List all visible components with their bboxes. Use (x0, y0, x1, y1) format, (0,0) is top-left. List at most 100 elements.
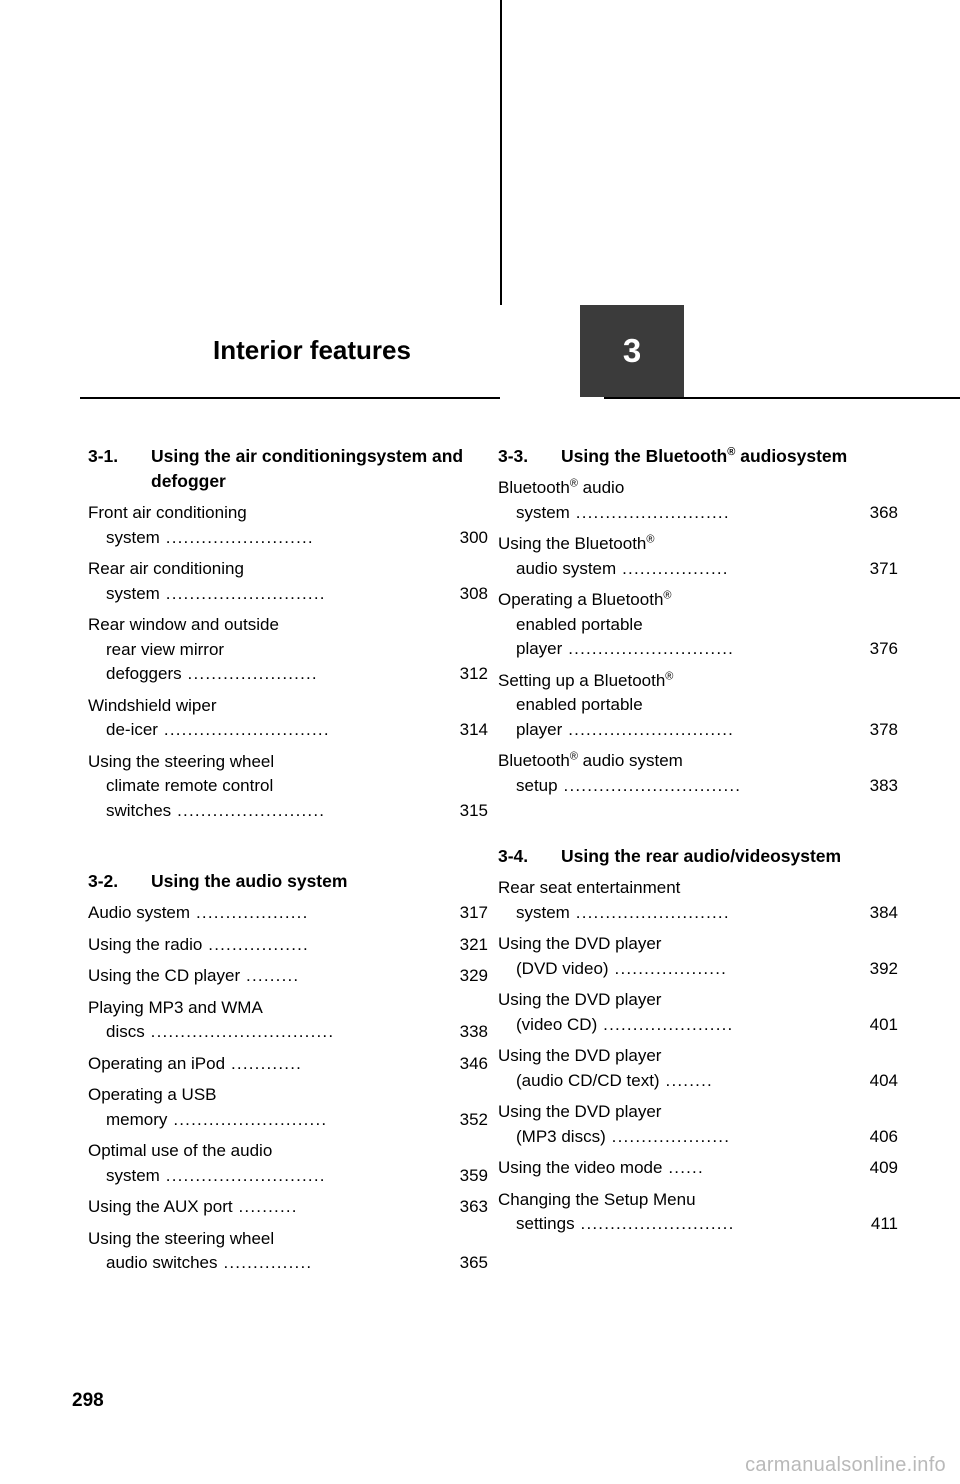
watermark-text: carmanualsonline.info (745, 1454, 946, 1476)
toc-entry[interactable]: 346 Operating an iPod ............ (88, 1052, 488, 1077)
toc-entry-text: Optimal use of the audio (88, 1141, 273, 1160)
toc-entry-text: Using the video mode (498, 1158, 663, 1177)
toc-entry-line: 409 Using the video mode ...... (498, 1156, 898, 1181)
registered-mark: ® (646, 533, 655, 546)
registered-mark: ® (569, 477, 578, 490)
toc-section-title: Using the air conditioning (151, 446, 367, 466)
toc-column-left: 3-1. Using the air conditioningsystem and… (88, 444, 488, 1276)
toc-entry[interactable]: Rear air conditioning 308 system .........… (88, 557, 488, 606)
toc-entry-page: 411 (870, 1214, 898, 1233)
toc-entry[interactable]: Using the DVD player 406 (MP3 discs) .....… (498, 1100, 898, 1149)
toc-entry-line: Changing the Setup Menu (498, 1188, 898, 1213)
toc-entry-line: 363 Using the AUX port .......... (88, 1195, 488, 1220)
toc-entry[interactable]: Playing MP3 and WMA 338 discs ............… (88, 996, 488, 1045)
toc-entry[interactable]: Using the steering wheel climate remote c… (88, 750, 488, 824)
toc-entry-line: 401 (video CD) ...................... (498, 1013, 898, 1038)
toc-entry[interactable]: 321 Using the radio ................. (88, 933, 488, 958)
toc-entry-line: enabled portable (498, 613, 898, 638)
toc-entry-text: system (516, 502, 570, 522)
toc-entry-line: Setting up a Bluetooth® (498, 669, 898, 694)
toc-entry-line: Windshield wiper (88, 694, 488, 719)
toc-entry-text: switches (106, 800, 172, 820)
toc-entry[interactable]: Optimal use of the audio 359 system ......… (88, 1139, 488, 1188)
toc-entry[interactable]: Using the steering wheel 365 audio switche… (88, 1227, 488, 1276)
toc-entry-page: 404 (869, 1070, 898, 1090)
toc-entry-line: 314 de-icer ............................ (88, 718, 488, 743)
toc-entry-text: Setting up a Bluetooth (498, 670, 666, 690)
toc-entry-page: 300 (459, 527, 488, 547)
toc-entry[interactable]: Using the Bluetooth® 371 audio system ....… (498, 532, 898, 581)
toc-entry-page: 359 (459, 1165, 488, 1185)
toc-entry-page: 383 (869, 775, 898, 795)
toc-entry-line: Using the steering wheel (88, 1227, 488, 1252)
toc-entry[interactable]: 329 Using the CD player ......... (88, 964, 488, 989)
toc-entry-text: defoggers (106, 664, 182, 683)
registered-mark: ® (665, 669, 674, 682)
toc-entry-line: 368 system .......................... (498, 501, 898, 526)
toc-entry-text: settings (516, 1214, 575, 1233)
toc-entry-text: Bluetooth (498, 751, 570, 770)
toc-section: 3-1. Using the air conditioningsystem and… (88, 444, 488, 823)
toc-entry-line: 329 Using the CD player ......... (88, 964, 488, 989)
toc-entry[interactable]: Using the DVD player 404 (audio CD/CD text… (498, 1044, 898, 1093)
toc-entry[interactable]: Windshield wiper 314 de-icer .............… (88, 694, 488, 743)
toc-entry-line: climate remote control (88, 774, 488, 799)
toc-entry-page: 384 (869, 902, 898, 922)
toc-entry-text-tail: audio system (577, 751, 683, 770)
chapter-divider-rule (80, 397, 500, 399)
toc-entry[interactable]: Setting up a Bluetooth® enabled portable 3… (498, 669, 898, 743)
toc-entry-line: 383 setup .............................. (498, 774, 898, 799)
toc-entry[interactable]: Rear window and outside rear view mirror 3… (88, 613, 488, 687)
toc-leader-dots: ...... (662, 1158, 704, 1177)
toc-entry-page: 363 (459, 1197, 488, 1216)
toc-entry-line: Bluetooth® audio system (498, 749, 898, 774)
toc-entry-text: audio switches (106, 1253, 218, 1272)
toc-leader-dots: ......................... (159, 527, 314, 547)
toc-entry-text: setup (516, 775, 558, 795)
manual-page: Interior features 3 3-1. Using the air co… (0, 0, 960, 1484)
toc-entry-line: 376 player ............................ (498, 637, 898, 662)
toc-entry[interactable]: Using the DVD player 401 (video CD) ......… (498, 988, 898, 1037)
toc-entry-line: 378 player ............................ (498, 718, 898, 743)
toc-section-title-line2: system (780, 846, 842, 866)
toc-section-heading: 3-4. Using the rear audio/videosystem (498, 844, 898, 869)
toc-entry[interactable]: 363 Using the AUX port .......... (88, 1195, 488, 1220)
toc-section: 3-4. Using the rear audio/videosystem Rear… (498, 844, 898, 1237)
toc-section-heading: 3-2. Using the audio system (88, 869, 488, 894)
toc-leader-dots: ......... (240, 966, 300, 985)
toc-entry-text: climate remote control (106, 776, 274, 795)
toc-entry-line: 365 audio switches ............... (88, 1251, 488, 1276)
toc-entry[interactable]: Bluetooth® audio system 383 setup ........… (498, 749, 898, 798)
toc-entry[interactable]: Rear seat entertainment 384 system .......… (498, 876, 898, 925)
toc-entry-text: Using the DVD player (498, 990, 662, 1009)
toc-entry[interactable]: 317 Audio system ................... (88, 901, 488, 926)
toc-entry[interactable]: 409 Using the video mode ...... (498, 1156, 898, 1181)
toc-entry-page: 392 (869, 958, 898, 978)
toc-entry-text: enabled portable (516, 614, 643, 634)
toc-entry-page: 401 (869, 1014, 898, 1034)
toc-leader-dots: ........ (659, 1070, 713, 1090)
toc-entry-line: Using the DVD player (498, 1100, 898, 1125)
toc-entry[interactable]: Changing the Setup Menu 411 settings .....… (498, 1188, 898, 1237)
registered-mark: ® (569, 750, 578, 763)
toc-entry-line: Rear air conditioning (88, 557, 488, 582)
toc-leader-dots: .......................... (569, 502, 730, 522)
toc-entry-text: Playing MP3 and WMA (88, 997, 263, 1017)
toc-entry-text: Using the AUX port (88, 1197, 233, 1216)
toc-entry-text: system (106, 1165, 160, 1185)
toc-section-title-tail: audio (735, 446, 787, 466)
toc-leader-dots: ........................... (159, 583, 326, 603)
toc-entry[interactable]: Operating a USB 352 memory ...............… (88, 1083, 488, 1132)
toc-entry-text: Changing the Setup Menu (498, 1189, 696, 1209)
toc-leader-dots: ............................... (144, 1022, 335, 1041)
toc-entry-text: Using the DVD player (498, 934, 662, 953)
toc-entry-page: 376 (869, 639, 898, 658)
toc-entry[interactable]: Bluetooth® audio 368 system ..............… (498, 476, 898, 525)
toc-section-number: 3-1. (88, 446, 119, 466)
toc-entry[interactable]: Using the DVD player 392 (DVD video) .....… (498, 932, 898, 981)
toc-entry[interactable]: Front air conditioning 300 system ........… (88, 501, 488, 550)
toc-leader-dots: ................. (202, 934, 309, 954)
toc-section-title: Using the audio system (151, 871, 348, 891)
toc-entry-text: Windshield wiper (88, 695, 217, 715)
toc-entry[interactable]: Operating a Bluetooth® enabled portable 37… (498, 588, 898, 662)
